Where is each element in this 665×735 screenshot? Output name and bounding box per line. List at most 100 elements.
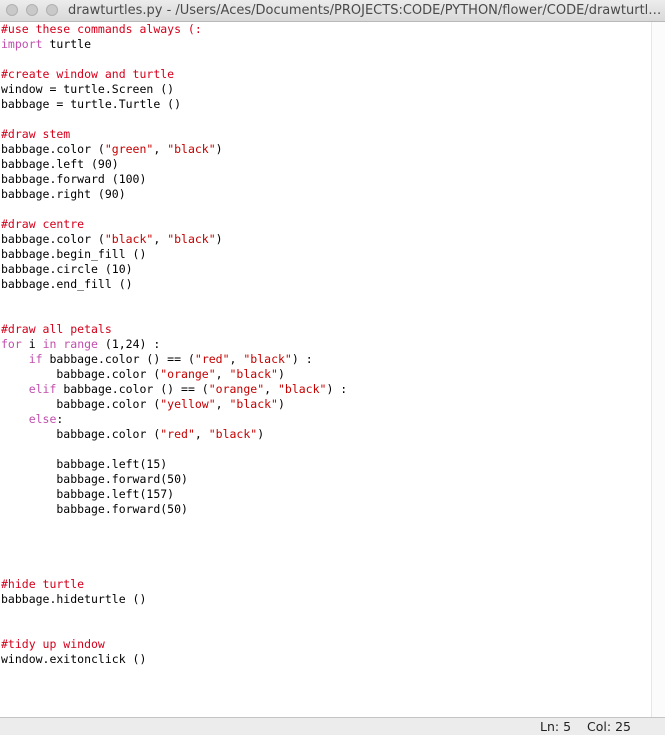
code-text: ) : <box>291 352 313 366</box>
vertical-scrollbar[interactable] <box>651 22 665 717</box>
code-line[interactable]: import turtle <box>1 37 91 52</box>
code-comment: #create window and turtle <box>1 67 175 81</box>
code-line[interactable]: #use these commands always (: <box>1 22 202 37</box>
code-text: , <box>153 142 168 156</box>
code-string: "black" <box>277 382 327 396</box>
code-line[interactable]: babbage.forward(50) <box>1 502 188 517</box>
code-line[interactable]: babbage.circle (10) <box>1 262 133 277</box>
code-comment: #draw stem <box>1 127 71 141</box>
code-string: "black" <box>167 142 216 156</box>
code-line[interactable]: #draw all petals <box>1 322 112 337</box>
code-string: "black" <box>167 232 216 246</box>
code-text: , <box>229 352 244 366</box>
code-text: turtle <box>42 37 92 51</box>
code-keyword: import <box>1 37 43 51</box>
code-keyword: if <box>28 352 43 366</box>
code-text: babbage.color () == ( <box>56 382 209 396</box>
idle-editor-window: drawturtles.py - /Users/Aces/Documents/P… <box>0 0 665 735</box>
code-text: window = turtle.Screen () <box>1 82 175 96</box>
code-text: babbage.color () == ( <box>42 352 195 366</box>
code-line[interactable]: babbage.forward (100) <box>1 172 146 187</box>
code-text: babbage = turtle.Turtle () <box>1 97 182 111</box>
code-text: babbage.circle (10) <box>1 262 133 276</box>
code-line[interactable]: babbage.color ("yellow", "black") <box>1 397 285 412</box>
code-comment: #tidy up window <box>1 637 105 651</box>
code-text: ) <box>257 427 265 441</box>
code-text: babbage.forward(50) <box>1 472 188 486</box>
code-comment: #draw all petals <box>1 322 112 336</box>
code-keyword: range <box>63 337 98 351</box>
code-line[interactable]: babbage.left (90) <box>1 157 119 172</box>
code-line[interactable]: babbage.hideturtle () <box>1 592 146 607</box>
code-text: babbage.forward (100) <box>1 172 147 186</box>
code-line[interactable]: babbage.right (90) <box>1 187 126 202</box>
code-line[interactable]: babbage.forward(50) <box>1 472 188 487</box>
minimize-window-button[interactable] <box>26 4 38 16</box>
title-bar[interactable]: drawturtles.py - /Users/Aces/Documents/P… <box>0 0 665 22</box>
code-line[interactable]: #hide turtle <box>1 577 84 592</box>
code-keyword: in <box>42 337 57 351</box>
code-keyword: elif <box>28 382 57 396</box>
code-line[interactable]: elif babbage.color () == ("orange", "bla… <box>1 382 348 397</box>
code-text: , <box>215 397 230 411</box>
code-text: babbage.color ( <box>1 232 105 246</box>
code-line[interactable]: babbage.color ("orange", "black") <box>1 367 285 382</box>
code-text: babbage.hideturtle () <box>1 592 147 606</box>
code-text: babbage.forward(50) <box>1 502 188 516</box>
code-line[interactable]: babbage = turtle.Turtle () <box>1 97 181 112</box>
code-line[interactable]: for i in range (1,24) : <box>1 337 160 352</box>
code-line[interactable]: #tidy up window <box>1 637 105 652</box>
code-text: babbage.color ( <box>1 142 105 156</box>
code-comment: #draw centre <box>1 217 85 231</box>
code-line[interactable]: #draw centre <box>1 217 84 232</box>
zoom-window-button[interactable] <box>46 4 58 16</box>
code-line[interactable]: babbage.color ("red", "black") <box>1 427 264 442</box>
line-number-readout: Ln: 5 <box>540 719 572 734</box>
code-line[interactable]: window = turtle.Screen () <box>1 82 174 97</box>
status-bar: Ln: 5 Col: 25 <box>0 717 665 735</box>
code-text: i <box>21 337 43 351</box>
code-string: "black" <box>243 352 292 366</box>
code-comment: #use these commands always (: <box>1 22 202 36</box>
code-text: babbage.begin_fill () <box>1 247 147 261</box>
code-keyword: else <box>28 412 57 426</box>
code-text: babbage.color ( <box>1 397 161 411</box>
code-text: ) <box>215 232 223 246</box>
code-line[interactable]: babbage.color ("black", "black") <box>1 232 223 247</box>
code-text: babbage.end_fill () <box>1 277 133 291</box>
code-line[interactable]: #create window and turtle <box>1 67 174 82</box>
close-window-button[interactable] <box>6 4 18 16</box>
code-line[interactable]: babbage.begin_fill () <box>1 247 146 262</box>
code-string: "yellow" <box>160 397 216 411</box>
cursor-position: Ln: 5 Col: 25 <box>528 718 631 735</box>
code-text: , <box>194 427 209 441</box>
column-number-readout: Col: 25 <box>587 719 631 734</box>
code-line[interactable]: babbage.color ("green", "black") <box>1 142 223 157</box>
code-text: , <box>264 382 278 396</box>
code-text: babbage.right (90) <box>1 187 126 201</box>
code-line[interactable]: else: <box>1 412 64 427</box>
code-line[interactable]: babbage.end_fill () <box>1 277 133 292</box>
code-comment: #hide turtle <box>1 577 85 591</box>
code-text: ) <box>215 142 223 156</box>
code-text: , <box>153 232 168 246</box>
code-text: ) <box>277 367 285 381</box>
code-text: window.exitonclick () <box>1 652 147 666</box>
code-line[interactable]: babbage.left(15) <box>1 457 167 472</box>
code-line[interactable]: #draw stem <box>1 127 70 142</box>
code-editor[interactable]: #use these commands always (: import turt… <box>0 22 665 717</box>
code-line[interactable]: window.exitonclick () <box>1 652 146 667</box>
code-string: "red" <box>194 352 230 366</box>
code-string: "orange" <box>160 367 216 381</box>
code-text: , <box>215 367 230 381</box>
code-line[interactable]: if babbage.color () == ("red", "black") … <box>1 352 313 367</box>
code-keyword: for <box>1 337 22 351</box>
code-line[interactable]: babbage.left(157) <box>1 487 174 502</box>
code-text: (1,24) : <box>97 337 161 351</box>
code-text: ) <box>277 397 285 411</box>
code-string: "red" <box>160 427 195 441</box>
code-string: "black" <box>229 397 278 411</box>
